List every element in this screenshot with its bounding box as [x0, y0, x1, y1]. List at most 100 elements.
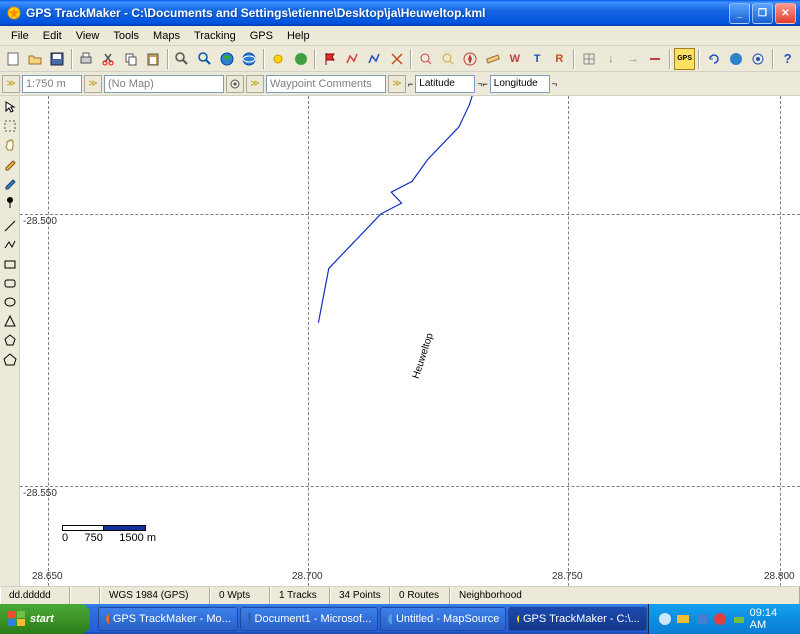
copy-icon[interactable] [120, 48, 141, 70]
pencil-tool-icon[interactable] [1, 155, 19, 173]
scale-tick-1: 750 [85, 532, 103, 544]
start-button[interactable]: start [0, 604, 90, 634]
new-icon[interactable] [2, 48, 23, 70]
ruler-icon[interactable] [482, 48, 503, 70]
sun-icon[interactable] [268, 48, 289, 70]
search-icon[interactable] [415, 48, 436, 70]
mapsource-icon [387, 612, 392, 626]
track2-icon[interactable] [386, 48, 407, 70]
menu-tracking[interactable]: Tracking [187, 28, 243, 44]
comments-input[interactable] [266, 75, 386, 93]
scale-tick-2: 1500 m [119, 532, 156, 544]
start-label: start [30, 613, 54, 625]
tray-icon-3[interactable] [694, 611, 709, 627]
bracket-mid: ¬⌐ [477, 79, 488, 89]
menu-file[interactable]: File [4, 28, 36, 44]
zoom-fit-icon[interactable] [194, 48, 215, 70]
separator-1 [1, 212, 19, 216]
map-input[interactable] [104, 75, 224, 93]
line-icon[interactable] [645, 48, 666, 70]
triangle-tool-icon[interactable] [1, 312, 19, 330]
system-tray[interactable]: 09:14 AM [648, 604, 800, 634]
earth-icon[interactable] [726, 48, 747, 70]
compass-icon[interactable] [460, 48, 481, 70]
flag-red-icon[interactable] [319, 48, 340, 70]
grid-icon[interactable] [578, 48, 599, 70]
globe3-icon[interactable] [290, 48, 311, 70]
waypoint-tool-icon[interactable] [1, 193, 19, 211]
scale-go-button[interactable]: ≫ [2, 75, 20, 93]
globe1-icon[interactable] [216, 48, 237, 70]
ellipse-tool-icon[interactable] [1, 293, 19, 311]
tray-clock[interactable]: 09:14 AM [750, 607, 792, 631]
menubar: File Edit View Tools Maps Tracking GPS H… [0, 26, 800, 46]
map-target-button[interactable] [226, 75, 244, 93]
print-icon[interactable] [76, 48, 97, 70]
latitude-input[interactable] [415, 75, 475, 93]
rect-tool-icon[interactable] [1, 255, 19, 273]
pentagon-tool-icon[interactable] [1, 350, 19, 368]
taskbar: start GPS TrackMaker - Mo... Document1 -… [0, 604, 800, 634]
paste-icon[interactable] [143, 48, 164, 70]
track-icon[interactable] [364, 48, 385, 70]
letter-t-icon[interactable]: T [527, 48, 548, 70]
refresh-icon[interactable] [703, 48, 724, 70]
help-icon[interactable]: ? [777, 48, 798, 70]
open-icon[interactable] [24, 48, 45, 70]
menu-tools[interactable]: Tools [106, 28, 146, 44]
window-title: GPS TrackMaker - C:\Documents and Settin… [26, 6, 729, 20]
taskbar-item-2[interactable]: Document1 - Microsof... [240, 607, 378, 631]
status-format: dd.ddddd [0, 587, 70, 604]
arrow-down-icon[interactable]: ↓ [600, 48, 621, 70]
scale-drop-button[interactable]: ≫ [84, 75, 102, 93]
globe2-icon[interactable] [239, 48, 260, 70]
save-icon[interactable] [47, 48, 68, 70]
status-datum: WGS 1984 (GPS) [100, 587, 210, 604]
status-tracks: 1 Tracks [270, 587, 330, 604]
rect-select-icon[interactable] [1, 117, 19, 135]
roundrect-tool-icon[interactable] [1, 274, 19, 292]
menu-gps[interactable]: GPS [243, 28, 280, 44]
arrow-left-icon[interactable]: → [623, 48, 644, 70]
zoom-icon[interactable] [172, 48, 193, 70]
route-icon[interactable] [342, 48, 363, 70]
taskbar-item-4[interactable]: GPS TrackMaker - C:\... [508, 607, 646, 631]
taskbar-item-3[interactable]: Untitled - MapSource [380, 607, 506, 631]
letter-r-icon[interactable]: R [549, 48, 570, 70]
minimize-button[interactable]: _ [729, 3, 750, 24]
map-canvas[interactable]: -28.500 -28.550 28.650 28.700 28.750 28.… [20, 96, 800, 586]
close-button[interactable]: ✕ [775, 3, 796, 24]
comments-go-button[interactable]: ≫ [388, 75, 406, 93]
line-tool-icon[interactable] [1, 217, 19, 235]
pencil2-tool-icon[interactable] [1, 174, 19, 192]
status-wpts: 0 Wpts [210, 587, 270, 604]
pointer-tool-icon[interactable] [1, 98, 19, 116]
filter-icon[interactable] [438, 48, 459, 70]
letter-w-icon[interactable]: W [504, 48, 525, 70]
menu-edit[interactable]: Edit [36, 28, 69, 44]
target-icon[interactable] [748, 48, 769, 70]
hand-tool-icon[interactable] [1, 136, 19, 154]
gps-badge-icon[interactable]: GPS [674, 48, 695, 70]
polygon-tool-icon[interactable] [1, 331, 19, 349]
longitude-input[interactable] [490, 75, 550, 93]
titlebar: GPS TrackMaker - C:\Documents and Settin… [0, 0, 800, 26]
scale-input[interactable] [22, 75, 82, 93]
map-go-button[interactable]: ≫ [246, 75, 264, 93]
polyline-tool-icon[interactable] [1, 236, 19, 254]
taskbar-item-1[interactable]: GPS TrackMaker - Mo... [98, 607, 238, 631]
tray-icon-2[interactable] [675, 611, 690, 627]
bracket-right: ¬ [552, 79, 557, 89]
tray-icon-1[interactable] [657, 611, 672, 627]
workspace: -28.500 -28.550 28.650 28.700 28.750 28.… [0, 96, 800, 586]
secondary-toolbar: ≫ ≫ ≫ ≫ ⌐ ¬⌐ ¬ [0, 72, 800, 96]
menu-maps[interactable]: Maps [146, 28, 187, 44]
menu-help[interactable]: Help [280, 28, 317, 44]
main-toolbar: W T R ↓ → GPS ? [0, 46, 800, 72]
status-zone: Neighborhood [450, 587, 800, 604]
menu-view[interactable]: View [69, 28, 107, 44]
tray-icon-4[interactable] [712, 611, 727, 627]
maximize-button[interactable]: ❐ [752, 3, 773, 24]
tray-icon-5[interactable] [731, 611, 746, 627]
cut-icon[interactable] [98, 48, 119, 70]
